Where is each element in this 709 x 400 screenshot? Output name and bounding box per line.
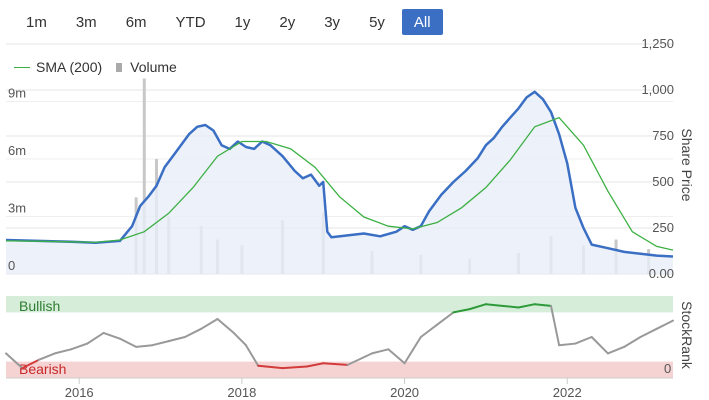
x-axis-tick-label: 2022 — [553, 385, 582, 400]
bullish-zone — [6, 296, 673, 313]
price-axis-tick: 750 — [652, 128, 674, 143]
stockrank-segment[interactable] — [135, 344, 154, 348]
stockrank-segment[interactable] — [200, 317, 219, 330]
stockrank-segment[interactable] — [37, 352, 56, 361]
price-axis-tick: 0.00 — [649, 266, 674, 281]
stockrank-segment[interactable] — [216, 317, 235, 334]
volume-legend-swatch — [116, 62, 123, 72]
stockrank-segment[interactable] — [606, 345, 626, 355]
stockrank-segment[interactable] — [590, 336, 609, 355]
stockrank-line — [5, 303, 674, 370]
sma-legend-label[interactable]: SMA (200) — [36, 59, 102, 75]
stockrank-segment[interactable] — [387, 348, 406, 365]
stockrank-segment[interactable] — [118, 337, 138, 348]
stockrank-segment[interactable] — [574, 336, 593, 345]
stockrank-segment[interactable] — [102, 331, 121, 340]
x-axis-tick-label: 2020 — [390, 385, 419, 400]
stockrank-segment[interactable] — [86, 331, 105, 345]
volume-legend-label[interactable]: Volume — [130, 59, 177, 75]
price-axis-tick: 1,000 — [641, 82, 674, 97]
stockrank-segment[interactable] — [639, 327, 658, 338]
stockrank-axis-title: StockRank — [679, 301, 695, 370]
bearish-label: Bearish — [19, 361, 66, 377]
stockrank-segment[interactable] — [623, 336, 642, 348]
x-axis-tick-label: 2016 — [65, 385, 94, 400]
chart-legend: SMA (200) Volume — [14, 59, 177, 75]
price-axis-tick: 250 — [652, 220, 674, 235]
stockrank-segment[interactable] — [167, 336, 186, 343]
stockrank-segment[interactable] — [371, 348, 390, 355]
stockrank-segment[interactable] — [53, 348, 73, 355]
stockrank-segment[interactable] — [436, 311, 455, 326]
volume-axis-tick: 9m — [8, 86, 26, 101]
volume-axis-tick: 0 — [8, 258, 15, 273]
share-price-axis-title: Share Price — [679, 128, 695, 201]
stockrank-segment[interactable] — [558, 342, 577, 347]
stockrank-segment[interactable] — [419, 323, 439, 338]
stockrank-segment[interactable] — [232, 331, 247, 347]
volume-axis-tick: 6m — [8, 143, 26, 158]
price-axis-tick: 1,250 — [641, 36, 674, 51]
stockrank-segment[interactable] — [183, 327, 203, 338]
sma-legend-swatch — [14, 66, 30, 68]
share-price-area — [6, 91, 673, 274]
stockrank-axis-tick-0: 0 — [664, 361, 671, 376]
x-axis-ticks: 2016 2018 2020 2022 — [6, 377, 673, 400]
stockrank-segment[interactable] — [403, 336, 422, 365]
stockrank-segment[interactable] — [655, 319, 674, 330]
x-axis-tick-label: 2018 — [227, 385, 256, 400]
bullish-label: Bullish — [19, 298, 60, 314]
stockrank-segment[interactable] — [151, 340, 170, 347]
price-axis-tick: 500 — [652, 174, 674, 189]
stockrank-segment[interactable] — [70, 342, 89, 351]
volume-axis-tick: 3m — [8, 201, 26, 216]
